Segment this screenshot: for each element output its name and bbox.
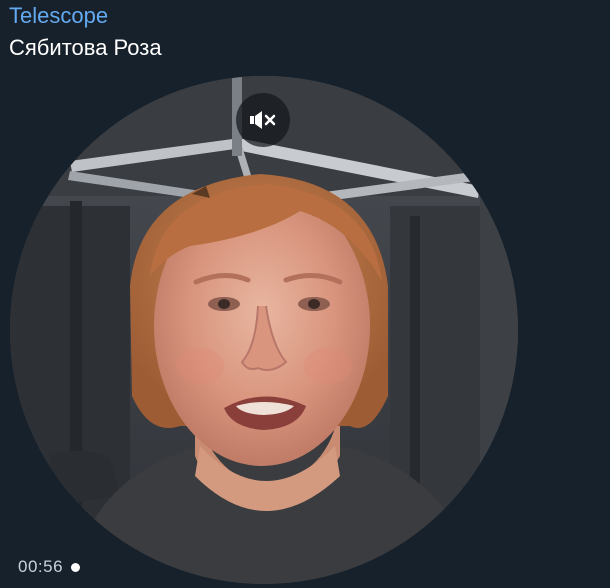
unread-dot-icon — [71, 562, 81, 572]
sender-name[interactable]: Сябитова Роза — [9, 34, 162, 62]
channel-name[interactable]: Telescope — [9, 2, 108, 30]
speaker-muted-icon — [250, 111, 276, 129]
video-duration: 00:56 — [10, 553, 88, 581]
video-message[interactable] — [10, 76, 518, 584]
duration-text: 00:56 — [18, 557, 64, 576]
video-frame — [10, 76, 518, 584]
chat-screen: Telescope Сябитова Роза 00:56 — [0, 0, 610, 588]
mute-toggle-button[interactable] — [236, 93, 290, 147]
